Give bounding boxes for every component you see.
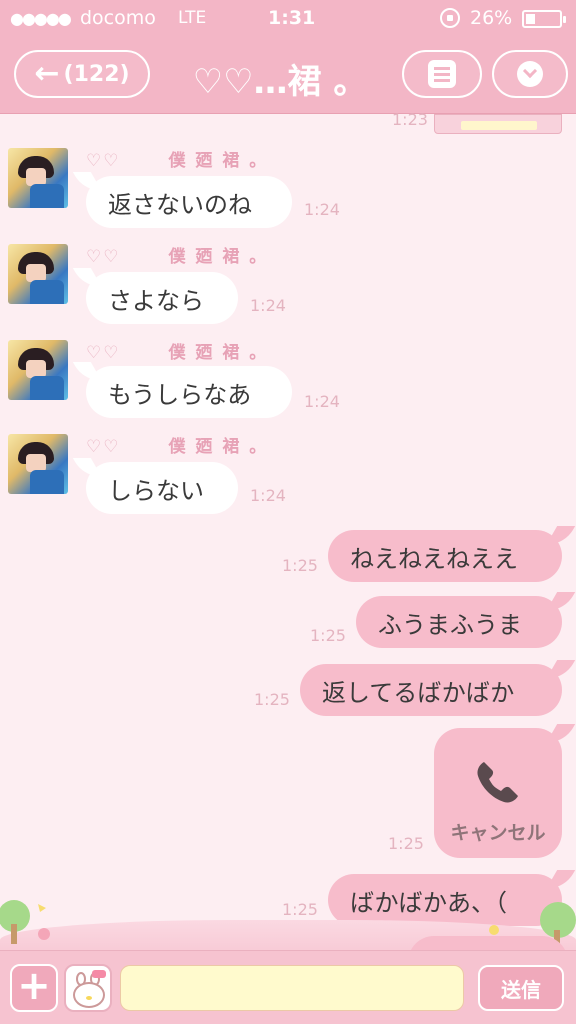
sender-name: ♡♡ 僕 廼 裙 。 — [86, 437, 269, 457]
outgoing-message[interactable]: 返してるばかばか — [300, 664, 562, 716]
message-time: 1:24 — [304, 392, 340, 411]
message-time: 1:24 — [304, 200, 340, 219]
call-message[interactable]: キャンセル — [434, 728, 562, 858]
avatar[interactable] — [8, 340, 68, 400]
incoming-message[interactable]: もうしらなあ — [86, 366, 292, 418]
chevron-down-icon — [517, 61, 543, 87]
phone-icon — [477, 762, 518, 803]
carrier-name: docomo — [80, 7, 156, 29]
avatar[interactable] — [8, 244, 68, 304]
message-time: 1:24 — [250, 296, 286, 315]
outgoing-message[interactable]: ねえねえねええ — [328, 530, 562, 582]
list-icon — [428, 60, 456, 88]
status-bar: ●●●●● docomo LTE 1:31 26% — [0, 0, 576, 38]
sender-name: ♡♡ 僕 廼 裙 。 — [86, 247, 269, 267]
message-time: 1:25 — [388, 834, 424, 853]
tree-icon — [0, 900, 50, 944]
rotation-lock-icon — [440, 8, 460, 28]
sender-name: ♡♡ 僕 廼 裙 。 — [86, 343, 269, 363]
incoming-message[interactable]: 返さないのね — [86, 176, 292, 228]
menu-button[interactable] — [402, 50, 482, 98]
chat-header: ← (122) ♡♡…裙 。 — [0, 38, 576, 114]
battery-icon — [522, 10, 566, 28]
battery-percent: 26% — [470, 7, 513, 29]
message-time: 1:25 — [282, 900, 318, 919]
avatar[interactable] — [8, 434, 68, 494]
chat-title: ♡♡…裙 。 — [192, 62, 368, 102]
add-button[interactable]: + — [10, 964, 58, 1012]
incoming-message[interactable]: さよなら — [86, 272, 238, 324]
message-time: 1:25 — [282, 556, 318, 575]
expand-button[interactable] — [492, 50, 568, 98]
unread-count: (122) — [63, 61, 130, 87]
sticker-button[interactable] — [64, 964, 112, 1012]
avatar[interactable] — [8, 148, 68, 208]
outgoing-message[interactable]: ふうまふうま — [356, 596, 562, 648]
status-clock: 1:31 — [268, 7, 316, 29]
send-button[interactable]: 送信 — [478, 965, 564, 1011]
signal-strength-icon: ●●●●● — [10, 9, 72, 28]
message-input-bar: + 送信 — [0, 950, 576, 1024]
message-time: 1:23 — [392, 110, 428, 129]
chat-area[interactable]: 1:23 ♡♡ 僕 廼 裙 。 返さないのね 1:24 ♡♡ 僕 廼 裙 。 さよな… — [0, 110, 576, 950]
message-input[interactable] — [120, 965, 464, 1011]
back-button[interactable]: ← (122) — [14, 50, 150, 98]
network-type: LTE — [178, 8, 207, 28]
back-arrow-icon: ← — [34, 56, 60, 91]
message-time: 1:24 — [250, 486, 286, 505]
message-time: 1:25 — [254, 690, 290, 709]
incoming-message[interactable]: しらない — [86, 462, 238, 514]
call-label: キャンセル — [450, 822, 546, 844]
sender-name: ♡♡ 僕 廼 裙 。 — [86, 151, 269, 171]
message-time: 1:25 — [310, 626, 346, 645]
